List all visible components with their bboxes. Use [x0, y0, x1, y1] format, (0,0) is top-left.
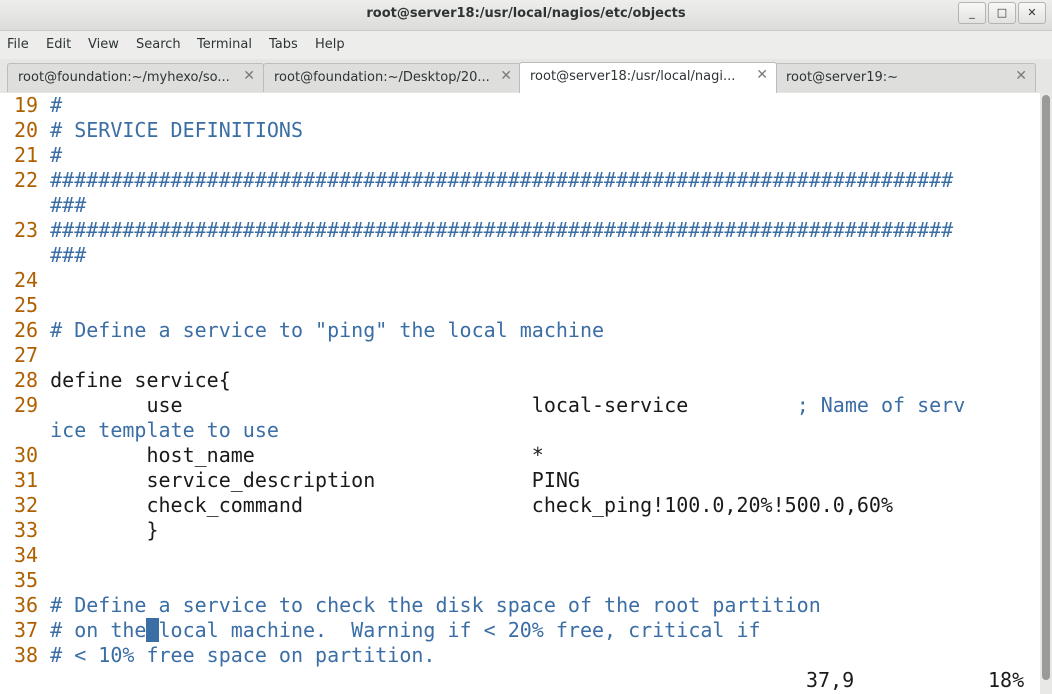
maximize-button[interactable]: □ — [988, 2, 1016, 24]
editor-line: 34 — [14, 543, 38, 568]
editor-line: 24 — [14, 268, 38, 293]
tab-server18[interactable]: root@server18:/usr/local/nagi... ✕ — [519, 62, 777, 93]
line-number: 20 — [14, 118, 39, 142]
text-cursor — [146, 618, 159, 642]
editor-line: ice template to use — [14, 418, 279, 443]
editor-line: 22 #####################################… — [14, 168, 953, 193]
scrollbar-thumb[interactable] — [1042, 95, 1050, 680]
line-text: ice template to use — [14, 418, 279, 442]
cursor-position: 37,9 — [806, 668, 855, 692]
line-number: 25 — [14, 293, 39, 317]
tab-close-icon[interactable]: ✕ — [500, 68, 512, 84]
editor-line: 26 # Define a service to "ping" the loca… — [14, 318, 604, 343]
tab-server19[interactable]: root@server19:~ ✕ — [775, 63, 1036, 92]
editor-line: 30 host_name * — [14, 443, 544, 468]
editor-line: 21 # — [14, 143, 62, 168]
line-text: # < 10% free space on partition. — [38, 643, 436, 667]
line-text: define service{ — [38, 368, 231, 392]
scroll-percent: 18% — [988, 668, 1025, 692]
line-number: 37 — [14, 618, 39, 642]
menu-terminal[interactable]: Terminal — [197, 37, 252, 52]
menu-file[interactable]: File — [7, 37, 29, 52]
editor-line: 27 — [14, 343, 38, 368]
line-text: } — [38, 518, 159, 542]
editor-line: ### — [14, 193, 86, 218]
editor-line: 23 #####################################… — [14, 218, 953, 243]
line-number: 27 — [14, 343, 39, 367]
tab-bar: root@foundation:~/myhexo/so... ✕ root@fo… — [0, 59, 1052, 94]
tab-label: root@server19:~ — [786, 70, 899, 85]
line-text: # Define a service to "ping" the local m… — [38, 318, 605, 342]
tab-foundation-desktop[interactable]: root@foundation:~/Desktop/20... ✕ — [263, 63, 521, 92]
editor-line: 19 # — [14, 93, 62, 118]
line-text: # — [38, 143, 63, 167]
line-number: 23 — [14, 218, 39, 242]
line-number: 29 — [14, 393, 39, 417]
menu-bar: File Edit View Search Terminal Tabs Help — [0, 31, 1052, 59]
editor-line: 32 check_command check_ping!100.0,20%!50… — [14, 493, 893, 518]
tab-close-icon[interactable]: ✕ — [1015, 68, 1027, 84]
line-text: use local-service — [38, 393, 797, 417]
editor-line: 25 — [14, 293, 38, 318]
line-number: 19 — [14, 93, 39, 117]
tab-label: root@server18:/usr/local/nagi... — [530, 69, 736, 84]
window-controls: _ □ ✕ — [956, 2, 1046, 24]
menu-help[interactable]: Help — [315, 37, 345, 52]
editor-line: 28 define service{ — [14, 368, 231, 393]
line-number: 22 — [14, 168, 39, 192]
line-text: # — [38, 93, 63, 117]
terminal-view[interactable]: 37,9 18% 19 #20 # SERVICE DEFINITIONS 21 … — [0, 93, 1040, 694]
minimize-button[interactable]: _ — [958, 2, 986, 24]
line-text: # Define a service to check the disk spa… — [38, 593, 821, 617]
editor-line: 20 # SERVICE DEFINITIONS — [14, 118, 303, 143]
window-title: root@server18:/usr/local/nagios/etc/obje… — [366, 6, 686, 21]
menu-search[interactable]: Search — [136, 37, 181, 52]
editor-line: 31 service_description PING — [14, 468, 580, 493]
line-text: host_name * — [38, 443, 544, 467]
menu-edit[interactable]: Edit — [46, 37, 71, 52]
line-text: ### — [14, 243, 87, 267]
scrollbar[interactable] — [1040, 93, 1052, 694]
line-text: ### — [14, 193, 87, 217]
line-number: 38 — [14, 643, 39, 667]
line-text: # on the — [38, 618, 147, 642]
line-number: 26 — [14, 318, 39, 342]
tab-label: root@foundation:~/myhexo/so... — [18, 70, 230, 85]
tab-close-icon[interactable]: ✕ — [243, 68, 255, 84]
menu-view[interactable]: View — [88, 37, 119, 52]
line-text: check_command check_ping!100.0,20%!500.0… — [38, 493, 894, 517]
line-number: 24 — [14, 268, 39, 292]
line-text: ########################################… — [38, 218, 954, 242]
editor-line: 33 } — [14, 518, 159, 543]
tab-label: root@foundation:~/Desktop/20... — [274, 70, 490, 85]
line-number: 34 — [14, 543, 39, 567]
tab-foundation-myhexo[interactable]: root@foundation:~/myhexo/so... ✕ — [7, 63, 264, 92]
line-text: ########################################… — [38, 168, 954, 192]
line-number: 31 — [14, 468, 39, 492]
line-number: 32 — [14, 493, 39, 517]
editor-line: 36 # Define a service to check the disk … — [14, 593, 821, 618]
tab-close-icon[interactable]: ✕ — [756, 67, 768, 83]
line-number: 28 — [14, 368, 39, 392]
editor-line: 38 # < 10% free space on partition. — [14, 643, 435, 668]
editor-line: 29 use local-service ; Name of serv — [14, 393, 965, 418]
close-button[interactable]: ✕ — [1018, 2, 1046, 24]
line-text: service_description PING — [38, 468, 580, 492]
title-bar: root@server18:/usr/local/nagios/etc/obje… — [0, 0, 1052, 31]
line-text: # SERVICE DEFINITIONS — [38, 118, 303, 142]
line-number: 36 — [14, 593, 39, 617]
line-text: local machine. Warning if < 20% free, cr… — [158, 618, 761, 642]
menu-tabs[interactable]: Tabs — [269, 37, 298, 52]
line-text: ; Name of serv — [796, 393, 966, 417]
editor-line: 35 — [14, 568, 38, 593]
line-number: 30 — [14, 443, 39, 467]
editor-line: ### — [14, 243, 86, 268]
editor-line: 37 # on the local machine. Warning if < … — [14, 618, 761, 643]
line-number: 33 — [14, 518, 39, 542]
line-number: 21 — [14, 143, 39, 167]
line-number: 35 — [14, 568, 39, 592]
